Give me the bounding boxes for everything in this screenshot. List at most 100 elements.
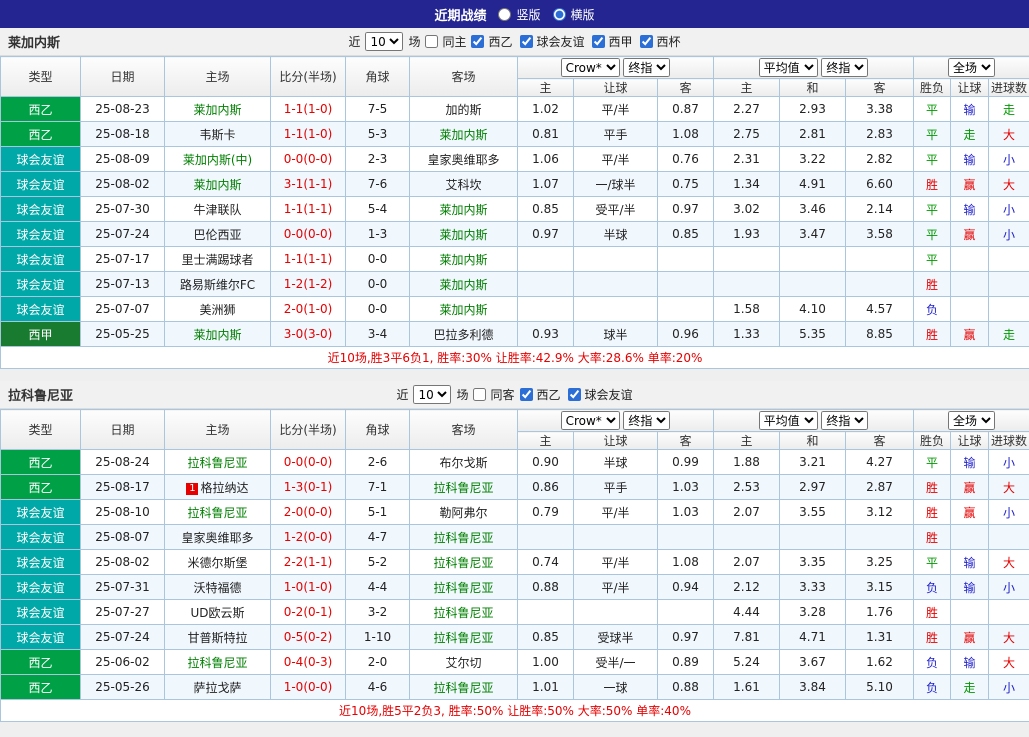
match-score[interactable]: 0-4(0-3) [271,650,346,675]
match-score[interactable]: 1-1(1-1) [271,247,346,272]
away-team[interactable]: 莱加内斯 [410,222,518,247]
league-filter[interactable]: 西乙 [471,33,512,50]
layout-radio-vertical[interactable]: 竖版 [498,6,540,23]
home-team[interactable]: 甘普斯特拉 [165,625,271,650]
away-team[interactable]: 莱加内斯 [410,272,518,297]
away-team[interactable]: 莱加内斯 [410,122,518,147]
match-count-select[interactable]: 10 [413,385,451,404]
avg-select[interactable]: 平均值 [759,58,818,77]
home-team[interactable]: 路易斯维尔FC [165,272,271,297]
home-team[interactable]: 拉科鲁尼亚 [165,650,271,675]
odds-source-select[interactable]: Crow* [561,58,620,77]
league-filter-checkbox[interactable] [520,35,533,48]
away-team[interactable]: 巴拉多利德 [410,322,518,347]
same-venue-filter[interactable]: 同客 [473,386,514,403]
home-team[interactable]: 莱加内斯 [165,322,271,347]
match-score[interactable]: 2-0(0-0) [271,500,346,525]
home-team[interactable]: 沃特福德 [165,575,271,600]
match-score[interactable]: 0-2(0-1) [271,600,346,625]
home-team[interactable]: 里士满踢球者 [165,247,271,272]
league-filter-checkbox[interactable] [592,35,605,48]
match-score[interactable]: 1-1(1-1) [271,197,346,222]
away-team[interactable]: 拉科鲁尼亚 [410,475,518,500]
away-team[interactable]: 拉科鲁尼亚 [410,675,518,700]
away-team[interactable]: 拉科鲁尼亚 [410,550,518,575]
match-score[interactable]: 1-0(1-0) [271,575,346,600]
home-team[interactable]: 拉科鲁尼亚 [165,450,271,475]
home-team[interactable]: 美洲狮 [165,297,271,322]
avg-home: 1.88 [714,450,780,475]
corner-score: 4-7 [346,525,410,550]
away-team[interactable]: 莱加内斯 [410,247,518,272]
scope-select[interactable]: 全场 [948,411,995,430]
same-venue-checkbox[interactable] [425,35,438,48]
away-team[interactable]: 拉科鲁尼亚 [410,525,518,550]
match-score[interactable]: 0-0(0-0) [271,147,346,172]
league-filter-checkbox[interactable] [640,35,653,48]
goals-result-cell: 小 [989,500,1029,525]
league-filter-checkbox[interactable] [471,35,484,48]
avg-kind-select[interactable]: 终指 [821,58,868,77]
match-score[interactable]: 1-1(1-0) [271,122,346,147]
same-venue-checkbox[interactable] [473,388,486,401]
match-score[interactable]: 1-1(1-0) [271,97,346,122]
away-team[interactable]: 拉科鲁尼亚 [410,625,518,650]
away-team[interactable]: 勒阿弗尔 [410,500,518,525]
match-score[interactable]: 2-0(1-0) [271,297,346,322]
home-team[interactable]: 韦斯卡 [165,122,271,147]
vertical-layout-radio[interactable] [498,8,511,21]
home-team[interactable]: 巴伦西亚 [165,222,271,247]
home-team[interactable]: 米德尔斯堡 [165,550,271,575]
league-filter[interactable]: 球会友谊 [520,33,585,50]
league-filter[interactable]: 球会友谊 [568,386,633,403]
match-score[interactable]: 0-0(0-0) [271,222,346,247]
home-team[interactable]: 莱加内斯(中) [165,147,271,172]
home-team[interactable]: 1格拉纳达 [165,475,271,500]
match-score[interactable]: 0-5(0-2) [271,625,346,650]
match-score[interactable]: 3-1(1-1) [271,172,346,197]
home-team[interactable]: UD欧云斯 [165,600,271,625]
match-score[interactable]: 1-3(0-1) [271,475,346,500]
layout-radio-horizontal[interactable]: 横版 [553,6,595,23]
match-score[interactable]: 1-2(1-2) [271,272,346,297]
home-team[interactable]: 萨拉戈萨 [165,675,271,700]
odds-source-select[interactable]: Crow* [561,411,620,430]
away-team[interactable]: 拉科鲁尼亚 [410,575,518,600]
away-team[interactable]: 莱加内斯 [410,297,518,322]
avg-kind-select[interactable]: 终指 [821,411,868,430]
match-score[interactable]: 0-0(0-0) [271,450,346,475]
home-team[interactable]: 拉科鲁尼亚 [165,500,271,525]
scope-select[interactable]: 全场 [948,58,995,77]
league-filter-checkbox[interactable] [520,388,533,401]
away-team[interactable]: 艾尔切 [410,650,518,675]
horizontal-layout-radio[interactable] [553,8,566,21]
col-avg-home: 主 [714,79,780,97]
home-team[interactable]: 牛津联队 [165,197,271,222]
league-filter[interactable]: 西甲 [592,33,633,50]
avg-select[interactable]: 平均值 [759,411,818,430]
away-team[interactable]: 加的斯 [410,97,518,122]
match-score[interactable]: 2-2(1-1) [271,550,346,575]
match-date: 25-08-07 [81,525,165,550]
match-row: 球会友谊25-07-27UD欧云斯0-2(0-1)3-2拉科鲁尼亚4.443.2… [1,600,1029,625]
league-filter-checkbox[interactable] [568,388,581,401]
league-filter[interactable]: 西乙 [520,386,561,403]
home-team[interactable]: 皇家奥维耶多 [165,525,271,550]
home-team[interactable]: 莱加内斯 [165,97,271,122]
odds-kind-select[interactable]: 终指 [623,411,670,430]
away-team[interactable]: 拉科鲁尼亚 [410,600,518,625]
match-count-select[interactable]: 10 [365,32,403,51]
away-team[interactable]: 艾科坎 [410,172,518,197]
away-team[interactable]: 莱加内斯 [410,197,518,222]
league-filter[interactable]: 西杯 [640,33,681,50]
same-venue-filter[interactable]: 同主 [425,33,466,50]
away-team[interactable]: 皇家奥维耶多 [410,147,518,172]
match-score[interactable]: 1-2(0-0) [271,525,346,550]
match-score[interactable]: 1-0(0-0) [271,675,346,700]
match-score[interactable]: 3-0(3-0) [271,322,346,347]
avg-away: 4.57 [846,297,914,322]
odds-handicap: 一/球半 [574,172,658,197]
home-team[interactable]: 莱加内斯 [165,172,271,197]
away-team[interactable]: 布尔戈斯 [410,450,518,475]
odds-kind-select[interactable]: 终指 [623,58,670,77]
